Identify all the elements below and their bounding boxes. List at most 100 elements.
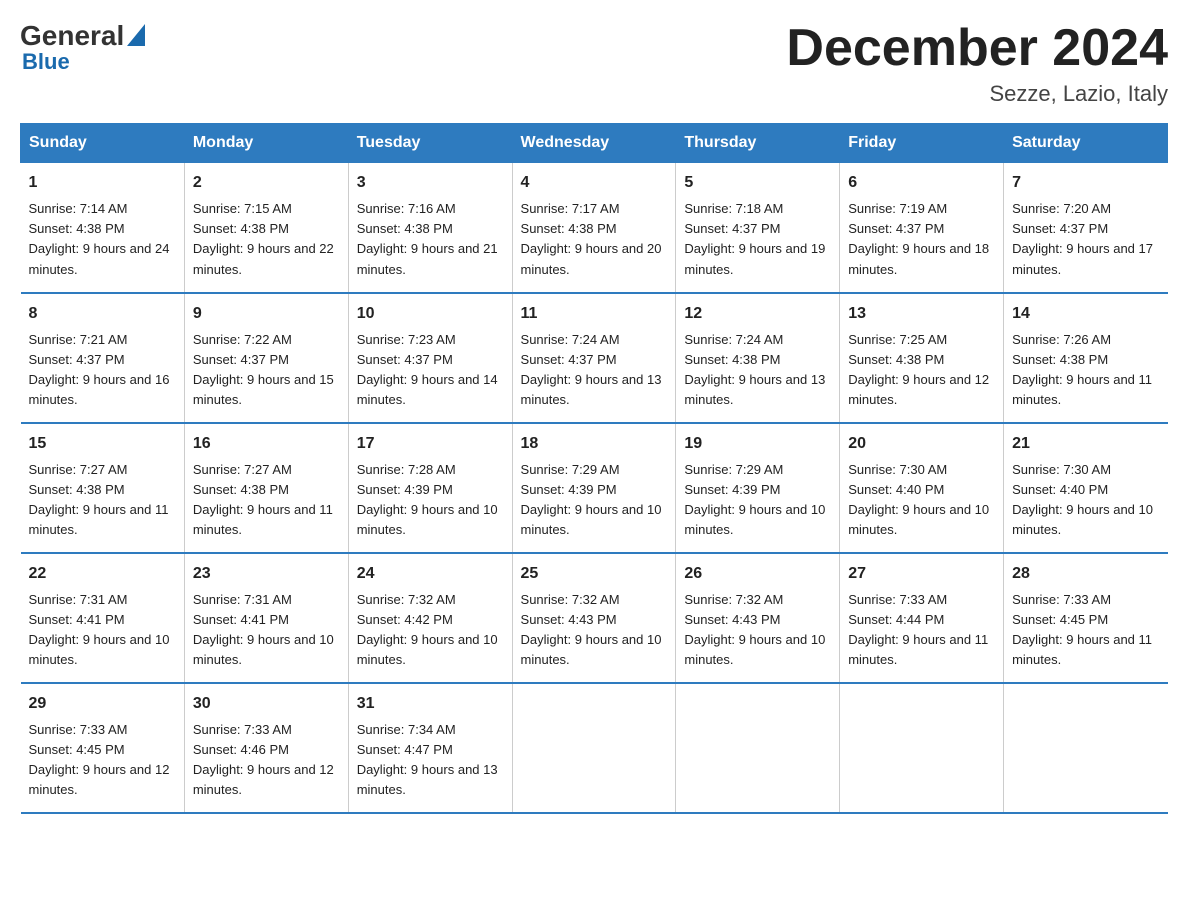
calendar-cell: 17 Sunrise: 7:28 AMSunset: 4:39 PMDayligh… xyxy=(348,423,512,553)
day-number: 18 xyxy=(521,432,668,456)
calendar-week-row: 8Sunrise: 7:21 AMSunset: 4:37 PMDaylight… xyxy=(21,293,1168,423)
calendar-cell: 1 Sunrise: 7:14 AMSunset: 4:38 PMDaylight… xyxy=(21,163,185,293)
day-number: 10 xyxy=(357,302,504,326)
day-number: 22 xyxy=(29,562,176,586)
day-info: Sunrise: 7:33 AMSunset: 4:45 PMDaylight:… xyxy=(29,720,176,801)
calendar-table: SundayMondayTuesdayWednesdayThursdayFrid… xyxy=(20,123,1168,814)
logo-triangle-icon xyxy=(127,24,145,51)
calendar-cell: 19 Sunrise: 7:29 AMSunset: 4:39 PMDayligh… xyxy=(676,423,840,553)
calendar-cell: 25 Sunrise: 7:32 AMSunset: 4:43 PMDayligh… xyxy=(512,553,676,683)
calendar-cell: 21 Sunrise: 7:30 AMSunset: 4:40 PMDayligh… xyxy=(1004,423,1168,553)
day-info: Sunrise: 7:32 AMSunset: 4:43 PMDaylight:… xyxy=(521,590,668,671)
calendar-cell: 2 Sunrise: 7:15 AMSunset: 4:38 PMDaylight… xyxy=(184,163,348,293)
day-info: Sunrise: 7:18 AMSunset: 4:37 PMDaylight:… xyxy=(684,199,831,280)
calendar-cell: 27 Sunrise: 7:33 AMSunset: 4:44 PMDayligh… xyxy=(840,553,1004,683)
day-info: Sunrise: 7:24 AMSunset: 4:37 PMDaylight:… xyxy=(521,330,668,411)
day-number: 23 xyxy=(193,562,340,586)
day-number: 4 xyxy=(521,171,668,195)
day-info: Sunrise: 7:33 AMSunset: 4:46 PMDaylight:… xyxy=(193,720,340,801)
day-number: 7 xyxy=(1012,171,1159,195)
day-number: 11 xyxy=(521,302,668,326)
day-number: 28 xyxy=(1012,562,1159,586)
calendar-cell: 11 Sunrise: 7:24 AMSunset: 4:37 PMDayligh… xyxy=(512,293,676,423)
day-info: Sunrise: 7:15 AMSunset: 4:38 PMDaylight:… xyxy=(193,199,340,280)
col-header-sunday: Sunday xyxy=(21,124,185,163)
logo-general-text: General xyxy=(20,22,124,50)
title-block: December 2024 Sezze, Lazio, Italy xyxy=(786,20,1168,107)
day-number: 14 xyxy=(1012,302,1159,326)
calendar-cell: 29 Sunrise: 7:33 AMSunset: 4:45 PMDayligh… xyxy=(21,683,185,813)
calendar-cell: 13Sunrise: 7:25 AMSunset: 4:38 PMDayligh… xyxy=(840,293,1004,423)
calendar-cell: 15 Sunrise: 7:27 AMSunset: 4:38 PMDayligh… xyxy=(21,423,185,553)
calendar-cell: 28 Sunrise: 7:33 AMSunset: 4:45 PMDayligh… xyxy=(1004,553,1168,683)
logo-blue-text: Blue xyxy=(22,51,70,73)
day-number: 3 xyxy=(357,171,504,195)
day-number: 8 xyxy=(29,302,176,326)
day-info: Sunrise: 7:26 AMSunset: 4:38 PMDaylight:… xyxy=(1012,330,1159,411)
calendar-cell: 14 Sunrise: 7:26 AMSunset: 4:38 PMDayligh… xyxy=(1004,293,1168,423)
day-info: Sunrise: 7:27 AMSunset: 4:38 PMDaylight:… xyxy=(29,460,176,541)
day-number: 2 xyxy=(193,171,340,195)
day-number: 27 xyxy=(848,562,995,586)
calendar-cell: 6 Sunrise: 7:19 AMSunset: 4:37 PMDaylight… xyxy=(840,163,1004,293)
calendar-cell xyxy=(1004,683,1168,813)
day-info: Sunrise: 7:31 AMSunset: 4:41 PMDaylight:… xyxy=(29,590,176,671)
day-info: Sunrise: 7:16 AMSunset: 4:38 PMDaylight:… xyxy=(357,199,504,280)
day-number: 15 xyxy=(29,432,176,456)
calendar-cell: 22 Sunrise: 7:31 AMSunset: 4:41 PMDayligh… xyxy=(21,553,185,683)
day-info: Sunrise: 7:30 AMSunset: 4:40 PMDaylight:… xyxy=(1012,460,1159,541)
page-header: General Blue December 2024 Sezze, Lazio,… xyxy=(20,20,1168,107)
calendar-cell: 12 Sunrise: 7:24 AMSunset: 4:38 PMDayligh… xyxy=(676,293,840,423)
calendar-week-row: 15 Sunrise: 7:27 AMSunset: 4:38 PMDayligh… xyxy=(21,423,1168,553)
calendar-cell: 16 Sunrise: 7:27 AMSunset: 4:38 PMDayligh… xyxy=(184,423,348,553)
day-info: Sunrise: 7:17 AMSunset: 4:38 PMDaylight:… xyxy=(521,199,668,280)
calendar-cell: 5 Sunrise: 7:18 AMSunset: 4:37 PMDaylight… xyxy=(676,163,840,293)
day-info: Sunrise: 7:19 AMSunset: 4:37 PMDaylight:… xyxy=(848,199,995,280)
day-info: Sunrise: 7:20 AMSunset: 4:37 PMDaylight:… xyxy=(1012,199,1159,280)
calendar-cell xyxy=(512,683,676,813)
day-info: Sunrise: 7:29 AMSunset: 4:39 PMDaylight:… xyxy=(521,460,668,541)
day-info: Sunrise: 7:14 AMSunset: 4:38 PMDaylight:… xyxy=(29,199,176,280)
day-number: 19 xyxy=(684,432,831,456)
day-number: 25 xyxy=(521,562,668,586)
day-info: Sunrise: 7:27 AMSunset: 4:38 PMDaylight:… xyxy=(193,460,340,541)
calendar-cell: 23Sunrise: 7:31 AMSunset: 4:41 PMDayligh… xyxy=(184,553,348,683)
calendar-cell: 10 Sunrise: 7:23 AMSunset: 4:37 PMDayligh… xyxy=(348,293,512,423)
day-number: 21 xyxy=(1012,432,1159,456)
day-number: 6 xyxy=(848,171,995,195)
day-info: Sunrise: 7:33 AMSunset: 4:45 PMDaylight:… xyxy=(1012,590,1159,671)
calendar-cell: 9Sunrise: 7:22 AMSunset: 4:37 PMDaylight… xyxy=(184,293,348,423)
calendar-week-row: 1 Sunrise: 7:14 AMSunset: 4:38 PMDaylight… xyxy=(21,163,1168,293)
day-info: Sunrise: 7:34 AMSunset: 4:47 PMDaylight:… xyxy=(357,720,504,801)
day-number: 29 xyxy=(29,692,176,716)
calendar-week-row: 22 Sunrise: 7:31 AMSunset: 4:41 PMDayligh… xyxy=(21,553,1168,683)
day-number: 1 xyxy=(29,171,176,195)
day-number: 24 xyxy=(357,562,504,586)
calendar-cell: 18 Sunrise: 7:29 AMSunset: 4:39 PMDayligh… xyxy=(512,423,676,553)
day-info: Sunrise: 7:32 AMSunset: 4:42 PMDaylight:… xyxy=(357,590,504,671)
day-number: 20 xyxy=(848,432,995,456)
day-number: 31 xyxy=(357,692,504,716)
day-number: 30 xyxy=(193,692,340,716)
day-info: Sunrise: 7:24 AMSunset: 4:38 PMDaylight:… xyxy=(684,330,831,411)
day-number: 16 xyxy=(193,432,340,456)
col-header-tuesday: Tuesday xyxy=(348,124,512,163)
day-number: 12 xyxy=(684,302,831,326)
calendar-cell: 8Sunrise: 7:21 AMSunset: 4:37 PMDaylight… xyxy=(21,293,185,423)
day-info: Sunrise: 7:23 AMSunset: 4:37 PMDaylight:… xyxy=(357,330,504,411)
col-header-thursday: Thursday xyxy=(676,124,840,163)
calendar-cell xyxy=(840,683,1004,813)
logo: General Blue xyxy=(20,20,145,73)
day-number: 17 xyxy=(357,432,504,456)
day-info: Sunrise: 7:29 AMSunset: 4:39 PMDaylight:… xyxy=(684,460,831,541)
day-number: 26 xyxy=(684,562,831,586)
col-header-wednesday: Wednesday xyxy=(512,124,676,163)
calendar-cell xyxy=(676,683,840,813)
day-info: Sunrise: 7:25 AMSunset: 4:38 PMDaylight:… xyxy=(848,330,995,411)
day-number: 5 xyxy=(684,171,831,195)
day-info: Sunrise: 7:33 AMSunset: 4:44 PMDaylight:… xyxy=(848,590,995,671)
calendar-cell: 7 Sunrise: 7:20 AMSunset: 4:37 PMDaylight… xyxy=(1004,163,1168,293)
col-header-monday: Monday xyxy=(184,124,348,163)
col-header-friday: Friday xyxy=(840,124,1004,163)
day-info: Sunrise: 7:28 AMSunset: 4:39 PMDaylight:… xyxy=(357,460,504,541)
